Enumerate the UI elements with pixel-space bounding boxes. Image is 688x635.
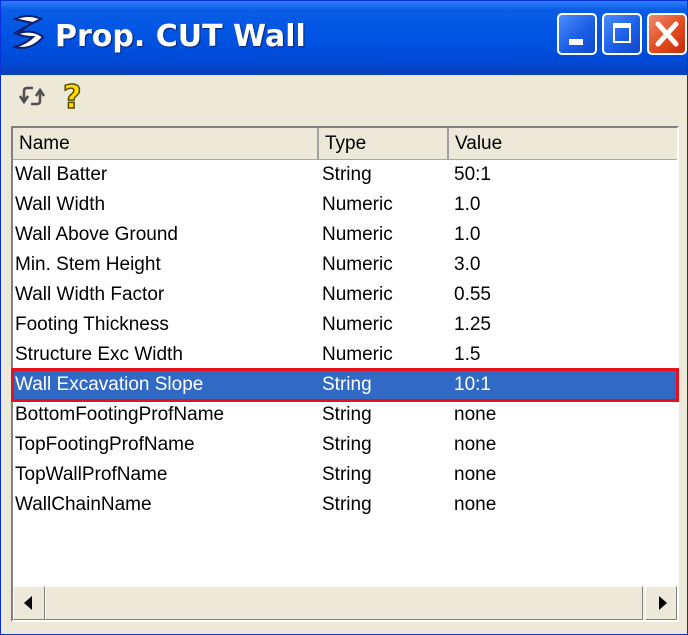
cell-name: TopWallProfName	[15, 464, 168, 485]
cell-value: none	[454, 464, 497, 485]
toolbar: ?	[1, 75, 687, 119]
cell-name: TopFootingProfName	[15, 434, 195, 455]
scroll-right-button[interactable]	[645, 586, 677, 620]
properties-list[interactable]: Name Type Value Wall Batter String 50:1 Wal…	[11, 126, 679, 622]
cell-type: Numeric	[322, 254, 393, 275]
cell-name: Min. Stem Height	[15, 254, 161, 275]
title-bar[interactable]: Prop. CUT Wall	[1, 1, 687, 75]
cell-name: WallChainName	[15, 494, 152, 515]
cell-value: 50:1	[454, 164, 491, 185]
cell-value: none	[454, 494, 497, 515]
cell-value: none	[454, 434, 497, 455]
table-row[interactable]: Wall Excavation Slope String 10:1	[11, 368, 679, 402]
arrow-right-icon	[659, 596, 667, 610]
table-row[interactable]: TopWallProfName String none	[13, 460, 677, 490]
cell-value: 1.0	[454, 224, 481, 245]
maximize-icon	[613, 23, 631, 43]
close-icon	[655, 21, 679, 47]
column-header-value[interactable]: Value	[449, 128, 677, 159]
table-row[interactable]: Min. Stem Height Numeric 3.0	[13, 250, 677, 280]
table-row[interactable]: BottomFootingProfName String none	[13, 400, 677, 430]
scroll-left-button[interactable]	[13, 586, 45, 620]
cell-value: 10:1	[454, 374, 491, 395]
cell-name: Wall Batter	[15, 164, 108, 185]
cell-value: 1.25	[454, 314, 491, 335]
cell-value: none	[454, 404, 497, 425]
cell-value: 3.0	[454, 254, 481, 275]
svg-text:?: ?	[63, 79, 82, 113]
horizontal-scrollbar[interactable]	[13, 586, 677, 620]
cell-type: String	[322, 464, 372, 485]
cell-type: Numeric	[322, 194, 393, 215]
table-row[interactable]: Wall Width Factor Numeric 0.55	[13, 280, 677, 310]
cell-value: 1.0	[454, 194, 481, 215]
cell-name: Structure Exc Width	[15, 344, 183, 365]
table-row[interactable]: Wall Above Ground Numeric 1.0	[13, 220, 677, 250]
cell-name: Wall Width Factor	[15, 284, 165, 305]
minimize-button[interactable]	[557, 13, 597, 55]
cell-name: Wall Width	[15, 194, 106, 215]
cell-value: 1.5	[454, 344, 481, 365]
table-row[interactable]: Wall Width Numeric 1.0	[13, 190, 677, 220]
cell-type: Numeric	[322, 344, 393, 365]
cell-name: Wall Above Ground	[15, 224, 178, 245]
properties-window: Prop. CUT Wall ? Name Type Value Wall Ba…	[0, 0, 688, 635]
close-button[interactable]	[647, 13, 687, 55]
help-icon[interactable]: ?	[57, 77, 91, 117]
scroll-thumb[interactable]	[45, 586, 643, 620]
list-rows: Wall Batter String 50:1 Wall Width Numeric 1.…	[11, 160, 679, 520]
cell-type: String	[322, 404, 372, 425]
list-header: Name Type Value	[13, 128, 677, 160]
app-logo-icon[interactable]	[9, 11, 51, 55]
cell-type: String	[322, 164, 372, 185]
cell-type: Numeric	[322, 284, 393, 305]
table-row[interactable]: TopFootingProfName String none	[13, 430, 677, 460]
maximize-button[interactable]	[602, 13, 642, 55]
cell-name: Footing Thickness	[15, 314, 169, 335]
cell-type: String	[322, 374, 372, 395]
cell-value: 0.55	[454, 284, 491, 305]
cell-name: Wall Excavation Slope	[15, 374, 204, 395]
refresh-icon[interactable]	[15, 79, 49, 113]
cell-type: String	[322, 494, 372, 515]
table-row[interactable]: Wall Batter String 50:1	[13, 160, 677, 190]
column-header-name[interactable]: Name	[13, 128, 319, 159]
cell-type: Numeric	[322, 314, 393, 335]
table-row[interactable]: Structure Exc Width Numeric 1.5	[13, 340, 677, 370]
arrow-left-icon	[24, 596, 32, 610]
cell-name: BottomFootingProfName	[15, 404, 225, 425]
cell-type: String	[322, 434, 372, 455]
table-row[interactable]: WallChainName String none	[13, 490, 677, 520]
column-header-type[interactable]: Type	[319, 128, 449, 159]
window-title: Prop. CUT Wall	[55, 19, 306, 54]
minimize-icon	[569, 39, 583, 45]
table-row[interactable]: Footing Thickness Numeric 1.25	[13, 310, 677, 340]
cell-type: Numeric	[322, 224, 393, 245]
